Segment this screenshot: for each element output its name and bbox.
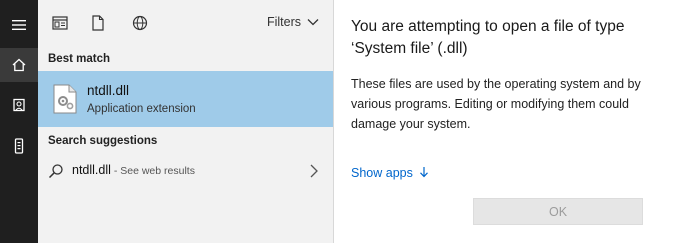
- device-button[interactable]: [0, 129, 38, 163]
- app-window-icon: [52, 16, 68, 30]
- best-match-subtitle: Application extension: [87, 103, 196, 115]
- globe-icon: [132, 15, 148, 31]
- search-suggestions-heading: Search suggestions: [48, 135, 158, 147]
- suggestion-text: ntdll.dll - See web results: [72, 163, 195, 177]
- home-button[interactable]: [0, 48, 38, 82]
- filters-label: Filters: [266, 15, 301, 29]
- chevron-right-icon: [310, 164, 318, 178]
- document-icon: [92, 15, 104, 31]
- web-filter-button[interactable]: [130, 13, 150, 33]
- search-icon: [48, 164, 63, 179]
- open-file-dialog: You are attempting to open a file of typ…: [334, 0, 680, 243]
- hamburger-menu-icon: [12, 20, 26, 30]
- documents-button[interactable]: [0, 88, 38, 122]
- show-apps-label: Show apps: [351, 166, 413, 180]
- suggestion-subtext: - See web results: [110, 165, 195, 177]
- documents-icon: [13, 98, 25, 112]
- ok-button[interactable]: OK: [473, 198, 643, 225]
- home-icon: [12, 58, 26, 72]
- search-results-panel: Filters Best match ntdll.dll Application…: [38, 0, 333, 243]
- dialog-title: You are attempting to open a file of typ…: [351, 18, 625, 57]
- device-icon: [14, 138, 24, 154]
- chevron-down-icon: [307, 19, 319, 26]
- best-match-item[interactable]: ntdll.dll Application extension: [38, 71, 333, 127]
- start-rail: [0, 0, 38, 243]
- apps-filter-button[interactable]: [50, 13, 70, 33]
- suggestion-query: ntdll.dll: [72, 163, 111, 177]
- menu-button[interactable]: [0, 8, 38, 42]
- web-suggestion-item[interactable]: ntdll.dll - See web results: [38, 157, 333, 185]
- best-match-heading: Best match: [48, 53, 110, 65]
- dialog-body: These files are used by the operating sy…: [351, 77, 641, 131]
- best-match-title: ntdll.dll: [87, 83, 130, 98]
- arrow-down-icon: [420, 167, 429, 178]
- search-toolbar: Filters: [38, 0, 333, 44]
- show-apps-link[interactable]: Show apps: [351, 166, 429, 180]
- dll-file-icon: [53, 84, 77, 114]
- filters-dropdown[interactable]: Filters: [267, 15, 319, 29]
- documents-filter-button[interactable]: [88, 13, 108, 33]
